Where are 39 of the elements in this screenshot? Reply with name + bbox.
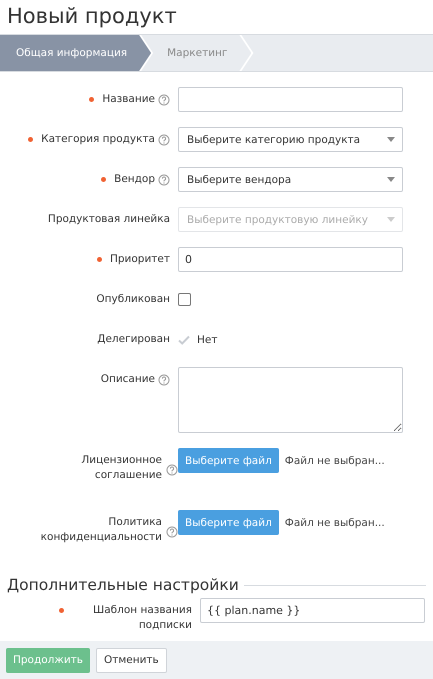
help-icon[interactable] [158, 374, 170, 386]
field-label: Категория продукта [41, 132, 155, 147]
dropdown[interactable]: Выберите категорию продукта [178, 127, 403, 152]
checkbox[interactable] [178, 293, 191, 306]
cancel-button[interactable]: Отменить [96, 648, 167, 672]
input-field[interactable]: {{ plan.name }} [200, 598, 425, 623]
input-field[interactable] [178, 87, 403, 112]
wizard-step[interactable]: Маркетинг [141, 35, 252, 71]
choose-file-button[interactable]: Выберите файл [178, 510, 279, 535]
caret-icon [387, 177, 395, 182]
help-icon[interactable] [166, 526, 178, 538]
field-label: Название [102, 92, 155, 107]
help-icon[interactable] [158, 174, 170, 186]
wizard-step[interactable]: Общая информация [0, 35, 152, 71]
file-status: Файл не выбран... [284, 516, 385, 528]
field-label: Делегирован [97, 332, 170, 347]
field-label: Лицензионное соглашение [80, 453, 162, 483]
text-area[interactable] [178, 367, 403, 433]
field-label: Политика конфиденциальности [40, 515, 162, 545]
check-icon [178, 334, 190, 344]
help-icon[interactable] [158, 134, 170, 146]
input-field[interactable]: 0 [178, 247, 403, 272]
status-text: Нет [197, 334, 218, 346]
field-label: Вендор [114, 172, 155, 187]
section-title: Дополнительные настройки [7, 576, 239, 594]
help-icon[interactable] [158, 94, 170, 106]
field-label: Шаблон названия подписки [92, 603, 192, 633]
choose-file-button[interactable]: Выберите файл [178, 448, 279, 473]
field-label: Приоритет [110, 252, 170, 267]
file-status: Файл не выбран... [284, 454, 385, 466]
caret-icon [387, 137, 395, 142]
field-label: Описание [100, 372, 155, 387]
page-title: Новый продукт [6, 3, 178, 30]
dropdown[interactable]: Выберите вендора [178, 167, 403, 192]
field-label: Продуктовая линейка [48, 212, 170, 227]
field-label: Опубликован [96, 292, 170, 307]
help-icon[interactable] [166, 464, 178, 476]
continue-button[interactable]: Продолжить [6, 648, 90, 672]
caret-icon [387, 217, 395, 222]
